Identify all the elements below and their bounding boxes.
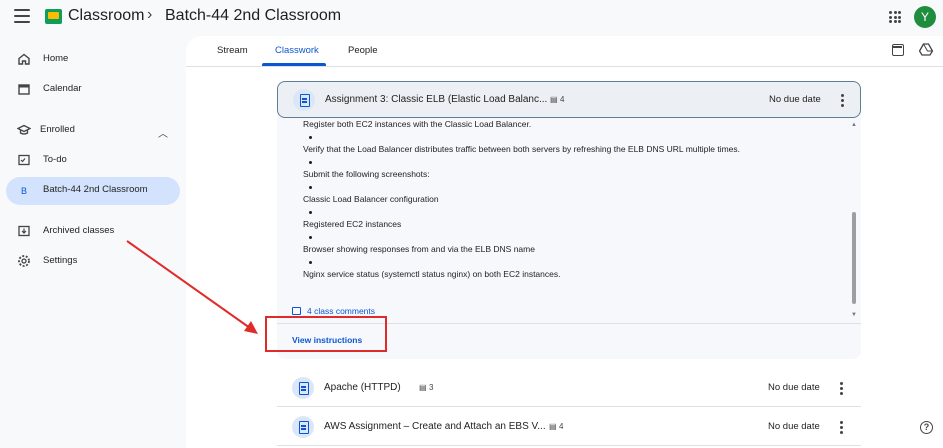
sidebar-item-calendar[interactable]: Calendar <box>6 76 180 104</box>
main-content: Stream Classwork People Assignment 3: Cl… <box>186 36 943 448</box>
sidebar-item-class[interactable]: B Batch-44 2nd Classroom <box>6 177 180 205</box>
sidebar-item-label: Settings <box>43 255 78 266</box>
instruction-line: Nginx service status (systemctl status n… <box>303 269 561 279</box>
instruction-line: Classic Load Balancer configuration <box>303 194 439 204</box>
todo-icon <box>18 154 30 166</box>
comment-icon: ▤ <box>419 383 427 392</box>
instruction-line: Browser showing responses from and via t… <box>303 244 535 254</box>
bullet <box>309 186 312 189</box>
assignment-row[interactable]: AWS Assignment – Create and Attach an EB… <box>277 408 861 446</box>
sidebar-item-label: Archived classes <box>43 225 115 236</box>
assignment-title[interactable]: AWS Assignment – Create and Attach an EB… <box>324 421 546 432</box>
bullet <box>309 236 312 239</box>
due-date: No due date <box>768 382 820 393</box>
breadcrumb-separator: › <box>147 6 153 23</box>
sidebar-item-home[interactable]: Home <box>6 46 180 74</box>
archive-icon <box>18 225 30 237</box>
scroll-up-icon[interactable]: ▲ <box>851 122 857 128</box>
app-title[interactable]: Classroom <box>68 7 144 25</box>
class-comments-link[interactable]: 4 class comments <box>307 306 375 316</box>
assignment-header[interactable]: Assignment 3: Classic ELB (Elastic Load … <box>277 81 861 118</box>
sidebar-item-label: Enrolled <box>40 124 75 135</box>
more-options-icon[interactable] <box>841 94 845 108</box>
due-date: No due date <box>769 94 821 105</box>
sidebar-item-enrolled[interactable]: Enrolled ︿ <box>6 117 180 145</box>
sidebar-item-label: Home <box>43 53 69 64</box>
tabs-divider <box>186 66 943 67</box>
gear-icon <box>18 255 30 267</box>
bullet <box>309 211 312 214</box>
calendar-icon <box>18 84 30 95</box>
sidebar-item-label: Calendar <box>43 83 82 94</box>
class-badge: B <box>20 186 27 196</box>
sidebar-item-settings[interactable]: Settings <box>6 248 180 276</box>
assignment-icon <box>293 89 315 111</box>
more-options-icon[interactable] <box>840 382 844 396</box>
bullet <box>309 136 312 139</box>
more-options-icon[interactable] <box>840 421 844 435</box>
due-date: No due date <box>768 421 820 432</box>
graduation-cap-icon <box>17 124 31 135</box>
assignment-title[interactable]: Assignment 3: Classic ELB (Elastic Load … <box>325 94 547 105</box>
instruction-line: Verify that the Load Balancer distribute… <box>303 144 741 154</box>
attachment-count: 4 <box>560 95 565 104</box>
help-icon[interactable]: ? <box>920 421 933 434</box>
attachment-count: 3 <box>429 383 434 392</box>
sidebar-item-archived[interactable]: Archived classes <box>6 218 180 246</box>
drive-icon[interactable] <box>919 43 933 56</box>
tab-people[interactable]: People <box>348 45 378 56</box>
assignment-icon <box>292 416 314 438</box>
apps-grid-icon[interactable] <box>889 11 901 23</box>
top-bar: Classroom › Batch-44 2nd Classroom Y <box>0 0 943 36</box>
sidebar-item-todo[interactable]: To-do <box>6 147 180 175</box>
home-icon <box>18 53 30 65</box>
scroll-thumb[interactable] <box>852 212 856 304</box>
scrollbar[interactable]: ▲ ▼ <box>850 122 858 320</box>
scroll-down-icon[interactable]: ▼ <box>851 312 857 318</box>
comment-icon: ▤ <box>549 422 557 431</box>
avatar[interactable]: Y <box>914 6 936 28</box>
bullet <box>309 261 312 264</box>
sidebar-item-label: To-do <box>43 154 67 165</box>
chevron-up-icon[interactable]: ︿ <box>158 125 168 140</box>
bullet <box>309 161 312 164</box>
assignment-title[interactable]: Apache (HTTPD) <box>324 382 401 393</box>
assignment-row[interactable]: Apache (HTTPD) ▤ 3 No due date <box>277 369 861 407</box>
class-title[interactable]: Batch-44 2nd Classroom <box>165 7 341 25</box>
assignment-icon <box>292 377 314 399</box>
instruction-line: Registered EC2 instances <box>303 219 402 229</box>
instruction-line: Register both EC2 instances with the Cla… <box>303 119 532 129</box>
tab-stream[interactable]: Stream <box>217 45 248 56</box>
comments-icon <box>292 307 301 315</box>
menu-icon[interactable] <box>14 9 30 23</box>
comment-icon: ▤ <box>550 95 558 104</box>
annotation-highlight-box <box>265 316 387 352</box>
instruction-line: Submit the following screenshots: <box>303 169 430 179</box>
sidebar-item-label: Batch-44 2nd Classroom <box>43 184 148 195</box>
sidebar: Home Calendar Enrolled ︿ To-do B Batch-4… <box>0 36 186 448</box>
attachment-count: 4 <box>559 422 564 431</box>
classroom-logo-icon[interactable] <box>45 9 62 24</box>
calendar-icon[interactable] <box>892 44 904 56</box>
tab-classwork[interactable]: Classwork <box>275 45 319 56</box>
